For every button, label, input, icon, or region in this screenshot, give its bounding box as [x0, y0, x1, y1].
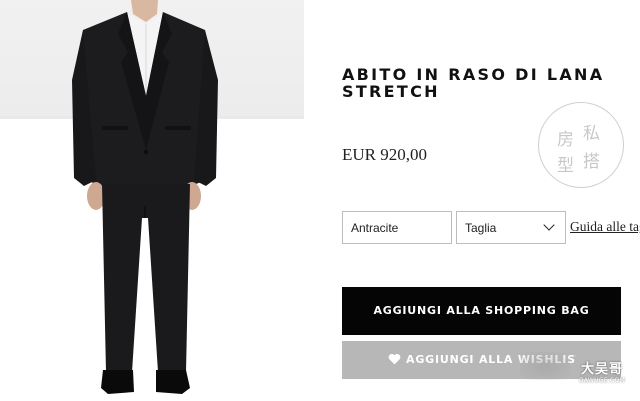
stamp-char-1: 私: [583, 124, 600, 144]
size-guide-link[interactable]: Guida alle taglie: [570, 219, 640, 235]
heart-icon: [388, 353, 401, 365]
product-image-suit-model[interactable]: [0, 0, 304, 401]
stamp-char-3: 搭: [583, 152, 600, 172]
seal-stamp: 私 房 搭 型: [538, 102, 624, 188]
color-select[interactable]: Antracite: [342, 211, 452, 244]
stamp-char-2: 房: [557, 130, 574, 150]
watermark-sub: DAWUGE.COM: [578, 377, 626, 384]
color-select-value: Antracite: [351, 221, 399, 235]
stamp-char-4: 型: [557, 156, 574, 176]
product-price: EUR 920,00: [342, 145, 427, 164]
add-to-bag-button[interactable]: AGGIUNGI ALLA SHOPPING BAG: [342, 287, 621, 335]
product-details: ABITO IN RASO DI LANA STRETCH EUR 920,00…: [304, 0, 640, 401]
size-select[interactable]: Taglia: [456, 211, 566, 244]
product-image-panel: [0, 0, 304, 401]
product-title: ABITO IN RASO DI LANA STRETCH: [342, 65, 605, 101]
watermark-main: 大吴哥: [580, 362, 623, 377]
watermark-blur: [520, 352, 570, 380]
size-select-value: Taglia: [465, 221, 497, 235]
chevron-down-icon: [543, 219, 555, 231]
site-watermark: 大吴哥 DAWUGE.COM: [566, 358, 638, 388]
